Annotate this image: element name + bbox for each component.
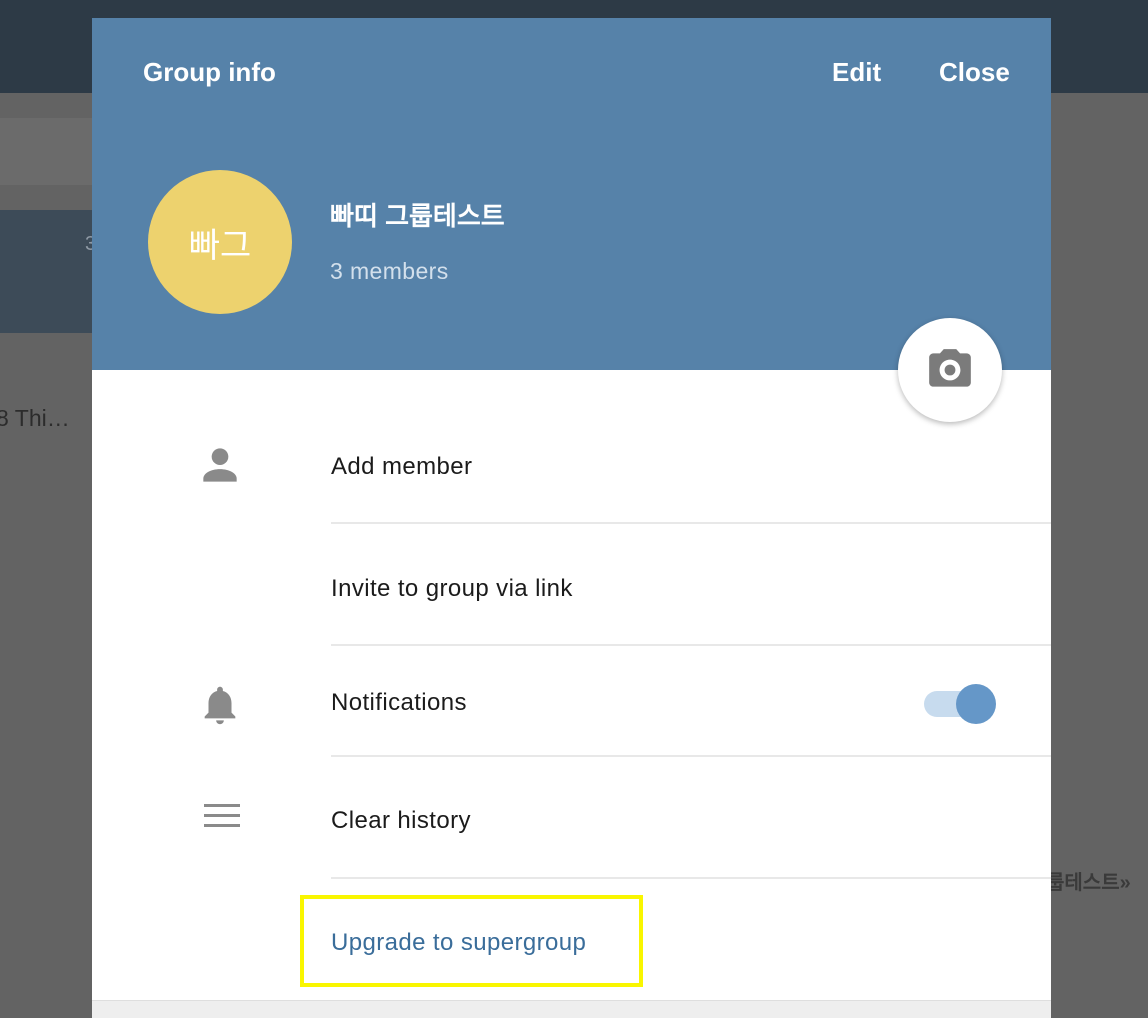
background-active-chat: 3 (0, 210, 96, 333)
modal-footer-strip (92, 1000, 1051, 1018)
background-search-area (0, 118, 92, 185)
group-avatar[interactable]: 빠그 (148, 170, 292, 314)
background-chat-preview: 8 Thi… (0, 405, 70, 431)
change-photo-button[interactable] (898, 318, 1002, 422)
bell-icon (204, 686, 236, 725)
person-icon (203, 448, 237, 482)
add-member-label: Add member (331, 453, 473, 480)
camera-icon (929, 349, 971, 387)
group-name: 빠띠 그룹테스트 (330, 201, 505, 231)
upgrade-supergroup-link[interactable]: Upgrade to supergroup (331, 928, 586, 958)
modal-header: Group info Edit Close 빠그 빠띠 그룹테스트 3 memb… (92, 18, 1051, 370)
upgrade-supergroup-row[interactable]: Upgrade to supergroup (92, 879, 1051, 1000)
notifications-label: Notifications (331, 689, 467, 716)
clear-history-label: Clear history (331, 807, 471, 834)
avatar-initials: 빠그 (188, 226, 252, 265)
group-info-modal: Group info Edit Close 빠그 빠띠 그룹테스트 3 memb… (92, 18, 1051, 1018)
invite-link-row[interactable]: Invite to group via link (92, 524, 1051, 646)
notifications-row[interactable]: Notifications (92, 646, 1051, 757)
invite-link-label: Invite to group via link (331, 575, 573, 602)
clear-history-row[interactable]: Clear history (92, 757, 1051, 879)
menu-icon (204, 804, 240, 827)
modal-title: Group info (143, 57, 276, 87)
notifications-toggle-knob[interactable] (956, 684, 996, 724)
edit-button[interactable]: Edit (832, 57, 881, 87)
background-message-text: 룹테스트» (1046, 872, 1131, 894)
close-button[interactable]: Close (939, 57, 1010, 87)
member-count[interactable]: 3 members (330, 257, 449, 285)
